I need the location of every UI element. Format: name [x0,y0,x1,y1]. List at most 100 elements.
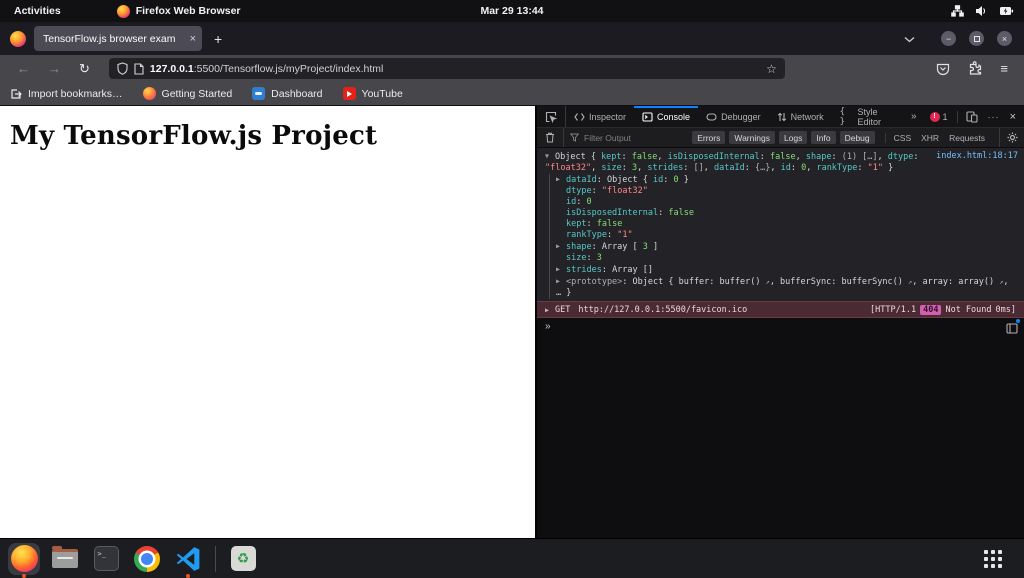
tab-close-icon[interactable]: × [186,33,196,45]
token-key: strides [647,163,683,173]
filter-logs-button[interactable]: Logs [779,131,807,144]
url-bar[interactable]: 127.0.0.1:5500/Tensorflow.js/myProject/i… [109,58,785,79]
expand-arrow-icon[interactable]: ▶ [556,264,566,275]
braces-icon: { } [840,107,854,127]
dock-vscode[interactable] [172,543,204,575]
token-plain: : [576,197,586,207]
tab-debugger[interactable]: Debugger [698,106,769,127]
tab-style-editor[interactable]: { } Style Editor [832,106,905,127]
tab-network[interactable]: Network [769,106,832,127]
expand-arrow-icon[interactable]: ▶ [545,306,555,314]
show-applications-button[interactable] [984,550,1002,568]
tab-console[interactable]: Console [634,106,698,127]
expand-arrow-icon[interactable]: ▼ [545,151,555,162]
app-menu-icon[interactable]: ≡ [1000,61,1008,76]
bookmark-youtube[interactable]: YouTube [343,87,403,100]
page-info-icon[interactable] [134,63,144,75]
filter-warnings-button[interactable]: Warnings [729,131,775,144]
token-key: dataId [566,175,597,185]
token-dim: [] [694,163,704,173]
console-row[interactable]: isDisposedInternal: false [552,208,1020,219]
devtools-panel: Inspector Console Debugger Network { } S… [535,106,1024,538]
sidebar-toggle-button[interactable] [1006,321,1018,339]
log-level-filters: Errors Warnings Logs Info Debug [692,131,874,144]
bookmark-dashboard[interactable]: Dashboard [252,87,322,100]
console-row[interactable]: ▶shape: Array [ 3 ] [552,241,1020,253]
console-row[interactable]: rankType: "1" [552,230,1020,241]
close-window-button[interactable]: × [997,31,1012,46]
filter-output-input[interactable]: Filter Output [570,133,631,143]
console-row[interactable]: ▶<prototype>: Object { buffer: buffer() … [552,276,1020,299]
trash-icon: ♻ [231,546,256,571]
console-row[interactable]: id: 0 [552,197,1020,208]
console-row[interactable]: ▶dataId: Object { id: 0 } [552,174,1020,186]
console-row[interactable]: index.html:18:17▼Object { kept: false, i… [543,151,1020,174]
token-bool: false [632,152,658,162]
pocket-icon[interactable] [936,62,950,76]
bookmark-label: YouTube [362,88,403,100]
dock-files[interactable] [49,543,81,575]
console-row[interactable]: kept: false [552,219,1020,230]
dock-chrome[interactable] [131,543,163,575]
request-method: GET [555,305,570,315]
token-plain: : [831,152,841,162]
filter-errors-button[interactable]: Errors [692,131,725,144]
token-plain: , [637,163,647,173]
filter-xhr-button[interactable]: XHR [921,133,939,143]
bookmark-star-icon[interactable]: ☆ [766,62,777,76]
minimize-button[interactable]: − [941,31,956,46]
close-devtools-icon[interactable]: × [1010,111,1016,123]
tab-label: Debugger [721,112,761,122]
expand-arrow-icon[interactable]: ▶ [556,174,566,185]
source-location-link[interactable]: index.html:18:17 [936,151,1018,162]
page-title: My TensorFlow.js Project [0,106,535,151]
filter-css-button[interactable]: CSS [894,133,911,143]
forward-button[interactable]: → [39,61,70,76]
console-row[interactable]: dtype: "float32" [552,186,1020,197]
console-input-row[interactable]: » [537,318,1024,336]
network-error-row[interactable]: ▶ GET http://127.0.0.1:5500/favicon.ico … [537,301,1024,318]
maximize-button[interactable] [969,31,984,46]
token-str: "1" [868,163,883,173]
more-tools-button[interactable]: » [905,111,923,122]
reload-button[interactable]: ↻ [70,61,99,77]
error-count-badge[interactable]: ! 1 [923,112,955,122]
token-plain: , [770,163,780,173]
firefox-logo[interactable] [10,31,26,47]
list-all-tabs-button[interactable] [904,30,915,48]
clock[interactable]: Mar 29 13:44 [0,5,1024,17]
filter-info-button[interactable]: Info [811,131,835,144]
pick-element-button[interactable] [537,106,566,127]
token-plain: : [913,152,918,162]
clear-console-button[interactable] [543,128,564,147]
dock-terminal[interactable]: >_ [90,543,122,575]
console-output: index.html:18:17▼Object { kept: false, i… [537,148,1024,301]
filter-requests-button[interactable]: Requests [949,133,985,143]
new-tab-button[interactable]: + [202,31,234,47]
meatball-menu-icon[interactable]: ··· [988,112,1000,122]
dock-trash[interactable]: ♻ [227,543,259,575]
token-plain: , [806,163,816,173]
pick-element-icon [545,111,557,123]
responsive-design-icon[interactable] [966,111,978,123]
console-settings-button[interactable] [999,128,1018,147]
chrome-icon [134,546,160,572]
filter-debug-button[interactable]: Debug [840,131,875,144]
console-row[interactable]: ▶strides: Array [] [552,264,1020,276]
extensions-puzzle-icon[interactable] [968,62,982,76]
token-plain: : [622,163,632,173]
tab-inspector[interactable]: Inspector [566,106,634,127]
bookmark-getting-started[interactable]: Getting Started [143,87,233,100]
back-button[interactable]: ← [8,61,39,76]
console-empty-area[interactable] [537,336,1024,538]
ubuntu-top-panel: Activities Firefox Web Browser Mar 29 13… [0,0,1024,22]
dock-firefox[interactable] [8,543,40,575]
request-url[interactable]: http://127.0.0.1:5500/favicon.ico [578,305,747,315]
expand-arrow-icon[interactable]: ▶ [556,241,566,252]
expand-arrow-icon[interactable]: ▶ [556,276,566,287]
console-row[interactable]: size: 3 [552,253,1020,264]
tab-tensorflow-project[interactable]: TensorFlow.js browser exam × [34,26,202,51]
bookmark-import[interactable]: Import bookmarks… [10,88,123,100]
url-text[interactable]: 127.0.0.1:5500/Tensorflow.js/myProject/i… [150,63,760,75]
token-plain: : [760,152,770,162]
